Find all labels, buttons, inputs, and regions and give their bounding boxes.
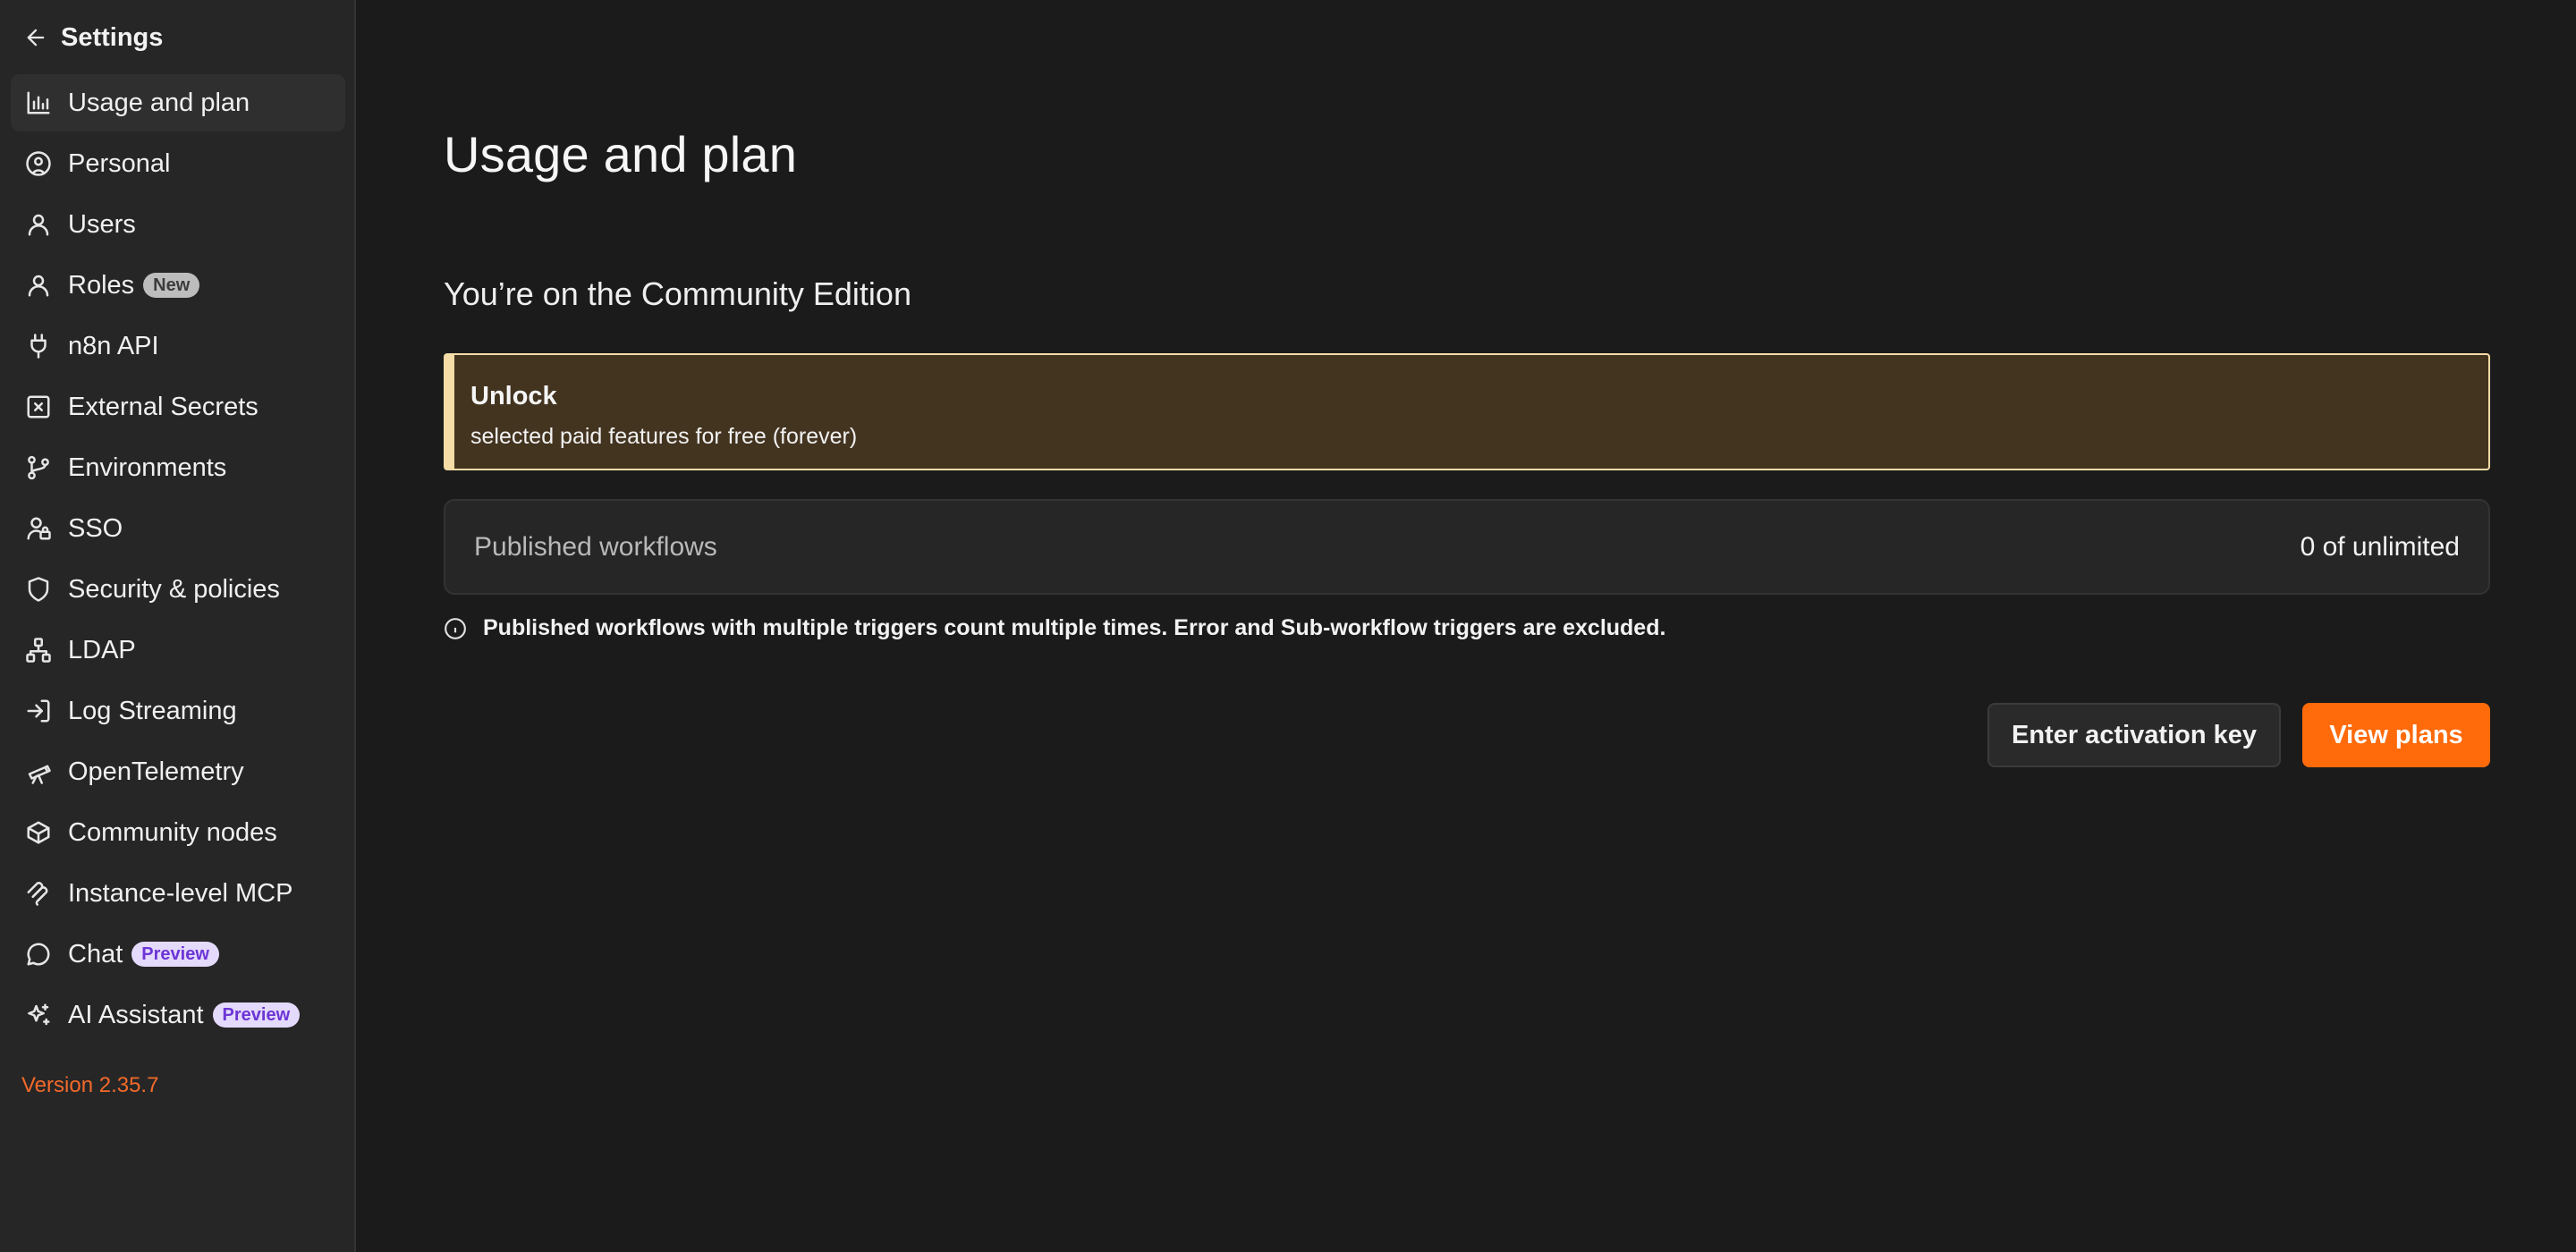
sidebar-item-label: AI Assistant	[68, 1000, 204, 1029]
main-content: Usage and plan You’re on the Community E…	[356, 0, 2576, 1252]
plug-icon	[25, 333, 52, 360]
sidebar-item-label: Usage and plan	[68, 88, 250, 117]
git-branch-icon	[25, 454, 52, 481]
user-icon	[25, 272, 52, 299]
sidebar-item-label: OpenTelemetry	[68, 757, 244, 786]
arrow-left-icon	[27, 29, 45, 47]
sparkles-icon	[25, 1002, 52, 1028]
callout-title: Unlock	[470, 382, 557, 410]
sidebar-item-usage-and-plan[interactable]: Usage and plan	[11, 74, 345, 131]
sidebar-item-label: Users	[68, 209, 136, 239]
telescope-icon	[25, 758, 52, 785]
callout-text: selected paid features for free (forever…	[470, 424, 858, 449]
edition-subtitle: You’re on the Community Edition	[444, 275, 911, 312]
message-circle-icon	[25, 941, 52, 968]
sidebar-item-external-secrets[interactable]: External Secrets	[11, 378, 345, 436]
user-circle-icon	[25, 150, 52, 177]
sidebar-item-ai-assistant[interactable]: AI Assistant Preview	[11, 986, 345, 1044]
usage-label: Published workflows	[474, 531, 717, 562]
user-icon	[25, 211, 52, 238]
settings-nav: Usage and plan Personal Users Roles New …	[11, 74, 345, 1047]
sidebar-item-users[interactable]: Users	[11, 196, 345, 253]
sidebar-item-ldap[interactable]: LDAP	[11, 622, 345, 679]
unlock-callout[interactable]: Unlock selected paid features for free (…	[444, 353, 2490, 470]
bar-chart-icon	[25, 89, 52, 116]
sidebar-item-label: Roles	[68, 270, 135, 300]
network-icon	[25, 637, 52, 664]
enter-activation-key-button[interactable]: Enter activation key	[1987, 703, 2281, 767]
usage-info-note: Published workflows with multiple trigge…	[444, 615, 1665, 641]
sidebar-item-label: Personal	[68, 148, 171, 178]
info-text: Published workflows with multiple trigge…	[483, 615, 1666, 640]
box-icon	[25, 819, 52, 846]
sidebar-item-roles[interactable]: Roles New	[11, 257, 345, 314]
sidebar-item-n8n-api[interactable]: n8n API	[11, 317, 345, 375]
sidebar-item-label: Log Streaming	[68, 696, 237, 725]
version-label: Version 2.35.7	[21, 1073, 159, 1097]
sidebar-item-label: External Secrets	[68, 392, 258, 421]
sidebar-item-environments[interactable]: Environments	[11, 439, 345, 496]
view-plans-button[interactable]: View plans	[2302, 703, 2490, 767]
preview-badge: Preview	[131, 942, 219, 967]
sidebar-item-label: n8n API	[68, 331, 159, 360]
sidebar-item-community-nodes[interactable]: Community nodes	[11, 804, 345, 861]
sidebar-item-label: Security & policies	[68, 574, 280, 604]
square-x-icon	[25, 393, 52, 420]
sidebar-item-label: Community nodes	[68, 817, 277, 847]
sidebar-item-label: SSO	[68, 513, 123, 543]
sidebar-item-opentelemetry[interactable]: OpenTelemetry	[11, 743, 345, 800]
sidebar-item-instance-level-mcp[interactable]: Instance-level MCP	[11, 865, 345, 922]
page-title: Usage and plan	[444, 126, 798, 182]
sidebar-item-log-streaming[interactable]: Log Streaming	[11, 682, 345, 740]
new-badge: New	[143, 273, 200, 298]
sidebar-item-label: LDAP	[68, 635, 136, 664]
published-workflows-card: Published workflows 0 of unlimited	[444, 499, 2490, 595]
preview-badge: Preview	[212, 1002, 301, 1028]
sidebar-title: Settings	[61, 22, 164, 52]
sidebar-item-security-policies[interactable]: Security & policies	[11, 561, 345, 618]
shield-icon	[25, 576, 52, 603]
back-to-app-button[interactable]: Settings	[23, 18, 163, 57]
user-lock-icon	[25, 515, 52, 542]
sidebar-item-label: Environments	[68, 453, 227, 482]
sidebar-item-sso[interactable]: SSO	[11, 500, 345, 557]
sidebar-item-label: Instance-level MCP	[68, 878, 293, 908]
sidebar-item-label: Chat	[68, 939, 123, 969]
usage-value: 0 of unlimited	[2300, 531, 2460, 562]
sidebar-item-personal[interactable]: Personal	[11, 135, 345, 192]
app-window: Settings Usage and plan Personal Users R…	[0, 0, 2576, 1252]
sidebar-item-chat[interactable]: Chat Preview	[11, 926, 345, 983]
mcp-icon	[25, 880, 52, 907]
info-icon	[445, 617, 466, 639]
log-in-icon	[25, 698, 52, 724]
settings-sidebar: Settings Usage and plan Personal Users R…	[0, 0, 356, 1252]
